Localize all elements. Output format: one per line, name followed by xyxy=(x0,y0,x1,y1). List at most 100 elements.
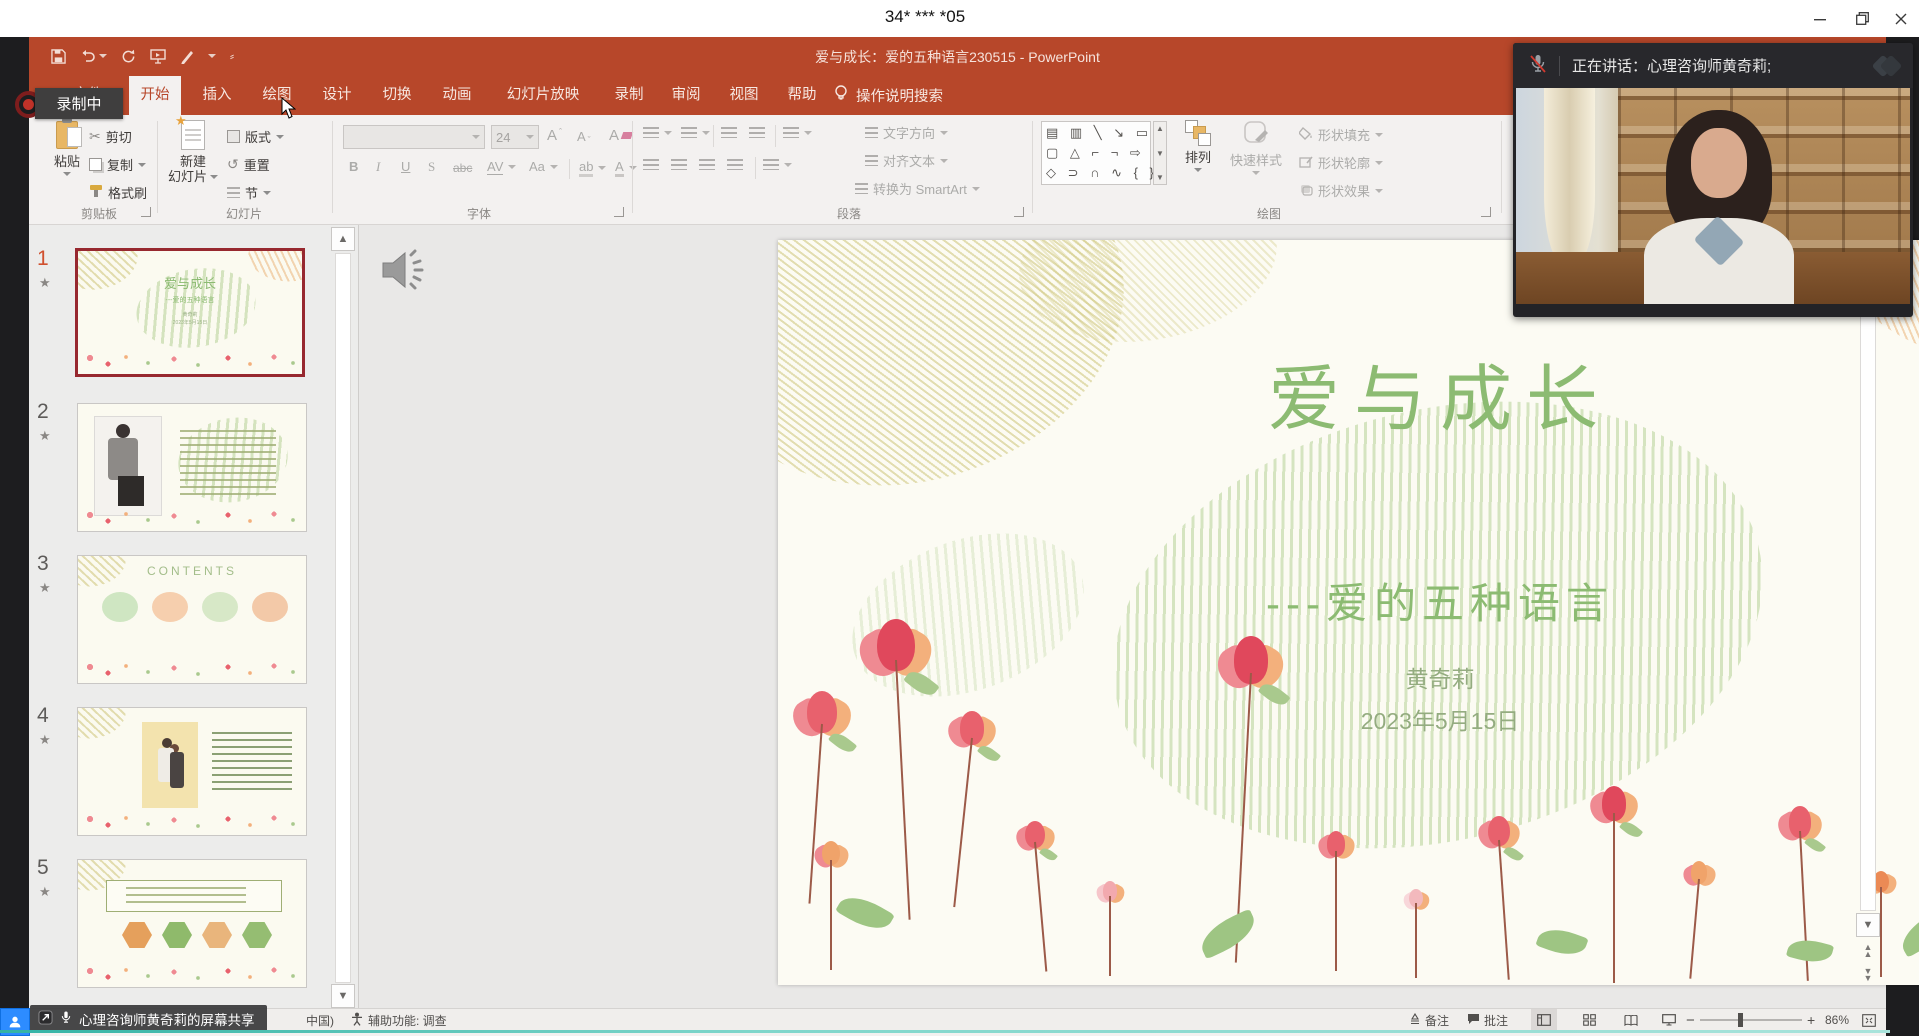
reading-view-button[interactable] xyxy=(1618,1009,1644,1031)
decrease-indent-button[interactable] xyxy=(721,127,737,138)
language-status[interactable]: 中国) xyxy=(306,1009,334,1031)
slide-thumbnail-1[interactable]: 爱与成长 ---爱的五种语言 黄奇莉 2023年5月15日 xyxy=(75,248,305,377)
tab-transitions[interactable]: 切换 xyxy=(371,76,423,115)
font-name-combo[interactable] xyxy=(343,125,485,149)
tab-record[interactable]: 录制 xyxy=(605,76,653,115)
tab-help[interactable]: 帮助 xyxy=(777,76,827,115)
shape-outline-button[interactable]: 形状轮廓 xyxy=(1299,153,1383,172)
speaker-video-overlay[interactable]: 正在讲话：心理咨询师黄奇莉; 心理咨询师黄奇莉 xyxy=(1513,43,1913,317)
tab-insert[interactable]: 插入 xyxy=(191,76,243,115)
audio-speaker-icon[interactable] xyxy=(375,243,429,302)
increase-indent-button[interactable] xyxy=(749,127,765,138)
new-slide-button[interactable]: ★ 新建 幻灯片 xyxy=(165,120,221,184)
cut-button[interactable]: ✂剪切 xyxy=(89,127,132,146)
shape-gallery-scrollbar[interactable]: ▲▼▼ xyxy=(1153,121,1167,185)
screen-share-banner[interactable]: 心理咨询师黄奇莉的屏幕共享 xyxy=(30,1005,267,1032)
canvas-scrollbar[interactable] xyxy=(1860,253,1876,911)
format-painter-button[interactable]: 格式刷 xyxy=(89,183,147,202)
columns-icon xyxy=(763,159,779,170)
slide[interactable]: 爱与成长 ---爱的五种语言 黄奇莉 2023年5月15日 xyxy=(778,240,1919,985)
normal-view-button[interactable] xyxy=(1531,1009,1557,1031)
close-button[interactable] xyxy=(1884,5,1918,32)
shape-gallery[interactable]: ▤ ▥ ╲ ↘ ▭ ○ ▢ △ ⌐ ¬ ⇨ ⇩ ◇ ⊃ ∩ ∿ { } xyxy=(1041,121,1151,185)
previous-slide-button[interactable]: ▲▲ xyxy=(1856,941,1880,961)
font-size-combo[interactable]: 24 xyxy=(491,125,539,149)
align-center-button[interactable] xyxy=(671,159,687,170)
zoom-level[interactable]: 86% xyxy=(1825,1009,1849,1031)
font-color-button[interactable]: A xyxy=(615,159,637,177)
fit-slide-button[interactable] xyxy=(1862,1009,1876,1031)
slide-thumbnail-5[interactable] xyxy=(77,859,307,988)
layout-button[interactable]: 版式 xyxy=(227,127,284,146)
copy-button[interactable]: 复制 xyxy=(89,155,146,174)
tab-review[interactable]: 审阅 xyxy=(661,76,711,115)
drawing-dialog-launcher[interactable] xyxy=(1481,207,1491,217)
change-case-button[interactable]: Aa xyxy=(529,159,558,174)
smartart-button[interactable]: 转换为 SmartArt xyxy=(855,179,980,198)
canvas-scroll-down[interactable]: ▼ xyxy=(1856,913,1880,937)
shape-fill-button[interactable]: 形状填充 xyxy=(1299,125,1383,144)
zoom-slider-thumb[interactable] xyxy=(1738,1013,1743,1027)
shrink-font-button[interactable]: Aˇ xyxy=(577,127,591,145)
restore-button[interactable] xyxy=(1845,5,1879,32)
slide-author-text[interactable]: 黄奇莉 xyxy=(778,660,1919,694)
italic-button[interactable]: I xyxy=(376,159,380,175)
tell-me-search[interactable]: 操作说明搜索 xyxy=(834,76,943,115)
notes-toggle[interactable]: 备注 xyxy=(1409,1009,1449,1031)
bullets-button[interactable] xyxy=(643,127,672,138)
paste-button[interactable]: 粘贴 xyxy=(45,121,89,176)
quick-styles-button[interactable]: 快速样式 xyxy=(1225,120,1287,175)
section-button[interactable]: 节 xyxy=(227,183,271,202)
slide-subtitle-text[interactable]: ---爱的五种语言 xyxy=(778,570,1919,631)
shape-effects-button[interactable]: 形状效果 xyxy=(1299,181,1383,200)
clear-format-button[interactable]: A xyxy=(609,127,632,144)
accessibility-status[interactable]: 辅助功能: 调查 xyxy=(351,1009,447,1031)
align-right-button[interactable] xyxy=(699,159,715,170)
char-spacing-button[interactable]: AV xyxy=(487,159,516,175)
tab-animations[interactable]: 动画 xyxy=(431,76,483,115)
minimize-button[interactable] xyxy=(1803,5,1837,32)
highlight-button[interactable]: ab xyxy=(579,159,606,177)
animation-star-icon[interactable]: ★ xyxy=(39,884,51,900)
align-left-button[interactable] xyxy=(643,159,659,170)
slide-title-text[interactable]: 爱与成长 xyxy=(778,340,1919,445)
zoom-in-button[interactable]: + xyxy=(1807,1009,1815,1031)
text-direction-button[interactable]: 文字方向 xyxy=(865,123,948,142)
animation-star-icon[interactable]: ★ xyxy=(39,732,51,748)
zoom-out-button[interactable]: − xyxy=(1686,1009,1695,1031)
bold-button[interactable]: B xyxy=(349,159,358,174)
tab-design[interactable]: 设计 xyxy=(311,76,363,115)
panel-scroll-up[interactable]: ▲ xyxy=(331,227,355,251)
paragraph-dialog-launcher[interactable] xyxy=(1014,207,1024,217)
strikethrough-button[interactable]: abc xyxy=(453,161,472,175)
clipboard-dialog-launcher[interactable] xyxy=(141,207,151,217)
animation-star-icon[interactable]: ★ xyxy=(39,580,51,596)
slide-thumbnail-3[interactable]: CONTENTS xyxy=(77,555,307,684)
slideshow-view-button[interactable] xyxy=(1656,1009,1682,1031)
align-text-button[interactable]: 对齐文本 xyxy=(865,151,948,170)
next-slide-button[interactable]: ▼▼ xyxy=(1856,965,1880,985)
underline-button[interactable]: U xyxy=(401,159,410,174)
grow-font-button[interactable]: Aˆ xyxy=(547,127,562,144)
numbering-button[interactable] xyxy=(681,127,710,138)
tab-view[interactable]: 视图 xyxy=(719,76,769,115)
line-spacing-button[interactable] xyxy=(783,127,812,138)
reset-button[interactable]: ↺重置 xyxy=(227,155,270,174)
font-dialog-launcher[interactable] xyxy=(614,207,624,217)
panel-scrollbar[interactable] xyxy=(335,253,351,983)
columns-button[interactable] xyxy=(763,159,792,170)
comments-toggle[interactable]: 批注 xyxy=(1467,1009,1508,1031)
animation-star-icon[interactable]: ★ xyxy=(39,275,51,291)
zoom-slider-track[interactable] xyxy=(1700,1019,1802,1021)
slide-thumbnail-2[interactable] xyxy=(77,403,307,532)
shadow-button[interactable]: S xyxy=(428,159,435,175)
tab-slideshow[interactable]: 幻灯片放映 xyxy=(491,76,595,115)
panel-scroll-down[interactable]: ▼ xyxy=(331,984,355,1008)
slide-sorter-view-button[interactable] xyxy=(1576,1009,1602,1031)
mic-muted-icon[interactable] xyxy=(1529,54,1547,78)
animation-star-icon[interactable]: ★ xyxy=(39,428,51,444)
justify-button[interactable] xyxy=(727,159,743,170)
tab-home[interactable]: 开始 xyxy=(129,76,181,115)
arrange-button[interactable]: 排列 xyxy=(1175,120,1221,172)
slide-thumbnail-4[interactable] xyxy=(77,707,307,836)
